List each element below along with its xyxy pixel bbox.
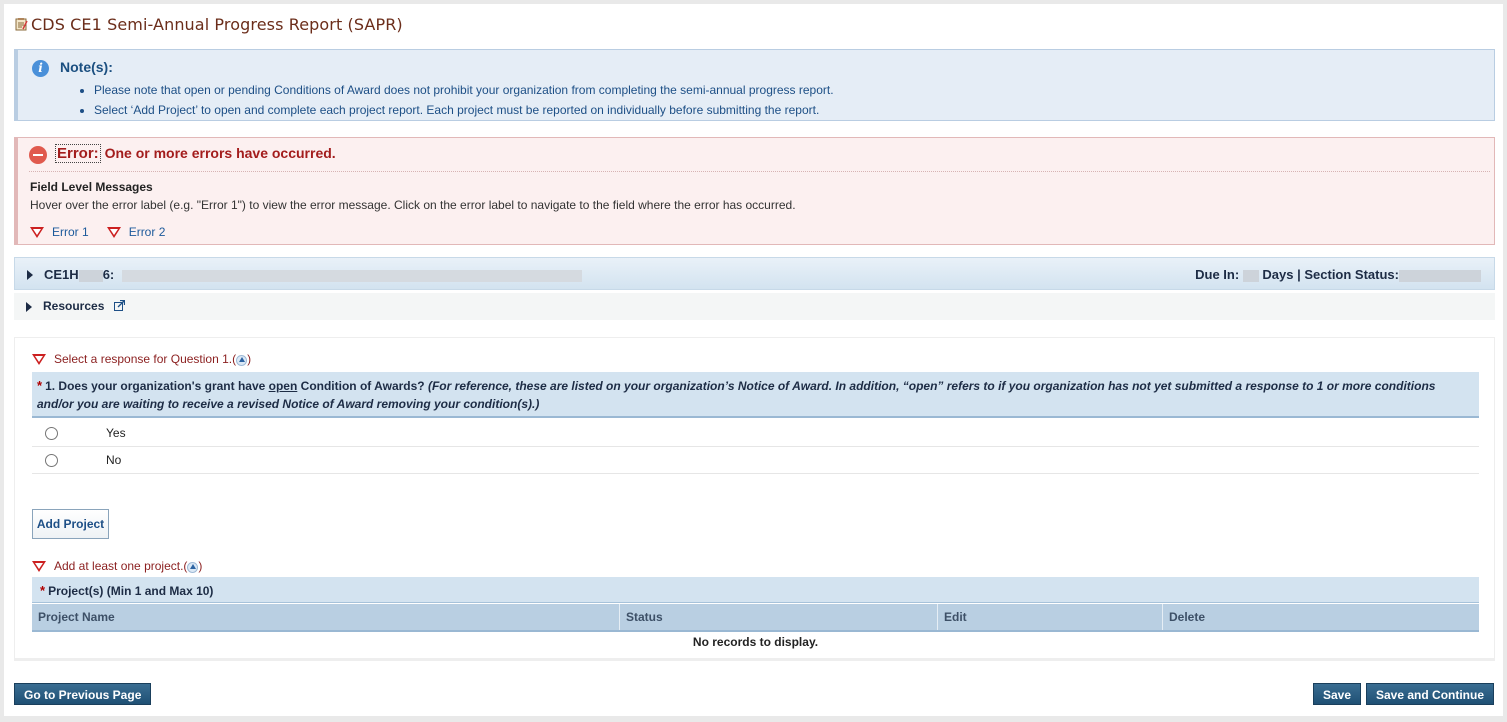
main-form: Select a response for Question 1.() * 1. … bbox=[14, 337, 1495, 661]
expand-caret-icon[interactable] bbox=[27, 270, 33, 280]
notes-title: Note(s): bbox=[60, 59, 113, 75]
projects-validation: Add at least one project.() bbox=[32, 559, 202, 573]
error-message: One or more errors have occurred. bbox=[104, 145, 336, 161]
error-link-2[interactable]: Error 2 bbox=[106, 225, 166, 239]
expand-caret-icon[interactable] bbox=[26, 302, 32, 312]
error-links: Error 1 Error 2 bbox=[30, 225, 165, 239]
section-id: CE1H 6: bbox=[44, 267, 582, 282]
page-title-row: CDS CE1 Semi-Annual Progress Report (SAP… bbox=[14, 13, 403, 35]
section-header[interactable]: CE1H 6: Due In: Days | Section Status: bbox=[14, 257, 1495, 290]
redacted-block bbox=[121, 269, 582, 282]
page: CDS CE1 Semi-Annual Progress Report (SAP… bbox=[4, 4, 1503, 716]
error-label: Error: bbox=[55, 144, 101, 163]
due-suffix: Days | Section Status: bbox=[1262, 267, 1399, 282]
column-status[interactable]: Status bbox=[620, 604, 938, 630]
question1-open: open bbox=[268, 379, 298, 393]
error-link-1[interactable]: Error 1 bbox=[30, 225, 89, 239]
option-label-yes[interactable]: Yes bbox=[106, 426, 126, 440]
save-and-continue-button[interactable]: Save and Continue bbox=[1366, 683, 1495, 705]
option-row-no[interactable]: No bbox=[32, 447, 1479, 474]
go-to-field-icon[interactable] bbox=[187, 561, 199, 573]
error-triangle-icon bbox=[30, 226, 44, 238]
question1-header: * 1. Does your organization's grant have … bbox=[32, 372, 1479, 418]
question1-text-before: 1. Does your organization's grant have bbox=[45, 379, 269, 393]
save-button[interactable]: Save bbox=[1313, 683, 1362, 705]
note-item: Select ‘Add Project’ to open and complet… bbox=[94, 100, 834, 120]
note-item: Please note that open or pending Conditi… bbox=[94, 80, 834, 100]
column-delete[interactable]: Delete bbox=[1163, 604, 1479, 630]
error-triangle-icon bbox=[32, 560, 46, 572]
required-marker: * bbox=[37, 378, 43, 393]
question1-text-after: Condition of Awards? bbox=[297, 379, 428, 393]
go-to-field-icon[interactable] bbox=[236, 354, 248, 366]
error-heading: Error: One or more errors have occurred. bbox=[55, 144, 336, 163]
field-messages-description: Hover over the error label (e.g. "Error … bbox=[30, 198, 796, 212]
question1-validation-text: Select a response for Question 1. bbox=[54, 352, 233, 366]
projects-validation-text: Add at least one project. bbox=[54, 559, 184, 573]
projects-grid-header: Project Name Status Edit Delete bbox=[32, 604, 1479, 632]
radio-no[interactable] bbox=[45, 454, 58, 467]
report-icon bbox=[15, 18, 28, 31]
notes-list: Please note that open or pending Conditi… bbox=[74, 80, 834, 120]
error-stop-icon bbox=[29, 146, 47, 164]
resources-row[interactable]: Resources bbox=[14, 293, 1495, 320]
add-project-button[interactable]: Add Project bbox=[32, 509, 109, 539]
projects-header-label: Project(s) (Min 1 and Max 10) bbox=[48, 584, 214, 598]
notes-panel: i Note(s): Please note that open or pend… bbox=[14, 49, 1495, 121]
external-link-icon[interactable] bbox=[114, 300, 125, 311]
section-id-suffix: 6: bbox=[102, 267, 115, 282]
error-triangle-icon bbox=[32, 353, 46, 365]
error-panel: Error: One or more errors have occurred.… bbox=[14, 137, 1495, 245]
column-edit[interactable]: Edit bbox=[938, 604, 1163, 630]
due-prefix: Due In: bbox=[1195, 267, 1240, 282]
no-records-message: No records to display. bbox=[692, 635, 819, 649]
error-link-label[interactable]: Error 2 bbox=[129, 225, 166, 239]
option-label-no[interactable]: No bbox=[106, 453, 121, 467]
page-title: CDS CE1 Semi-Annual Progress Report (SAP… bbox=[31, 14, 403, 34]
radio-yes[interactable] bbox=[45, 427, 58, 440]
required-marker: * bbox=[40, 583, 46, 598]
question1-text: * 1. Does your organization's grant have … bbox=[37, 377, 1473, 413]
error-link-label[interactable]: Error 1 bbox=[52, 225, 89, 239]
divider bbox=[29, 171, 1490, 172]
resources-label[interactable]: Resources bbox=[43, 299, 104, 313]
info-icon: i bbox=[32, 60, 49, 77]
field-messages-title: Field Level Messages bbox=[30, 180, 153, 194]
error-triangle-icon bbox=[106, 226, 121, 238]
previous-page-button[interactable]: Go to Previous Page bbox=[14, 683, 152, 705]
projects-header: * Project(s) (Min 1 and Max 10) bbox=[32, 577, 1479, 603]
redacted-block bbox=[1242, 269, 1259, 282]
question1-validation: Select a response for Question 1.() bbox=[32, 352, 251, 366]
column-project-name[interactable]: Project Name bbox=[32, 604, 620, 630]
due-status: Due In: Days | Section Status: bbox=[1195, 267, 1481, 282]
projects-header-text: * Project(s) (Min 1 and Max 10) bbox=[40, 583, 213, 598]
section-id-prefix: CE1H bbox=[44, 267, 79, 282]
option-row-yes[interactable]: Yes bbox=[32, 420, 1479, 447]
redacted-block bbox=[78, 269, 103, 282]
redacted-block bbox=[1399, 269, 1481, 282]
